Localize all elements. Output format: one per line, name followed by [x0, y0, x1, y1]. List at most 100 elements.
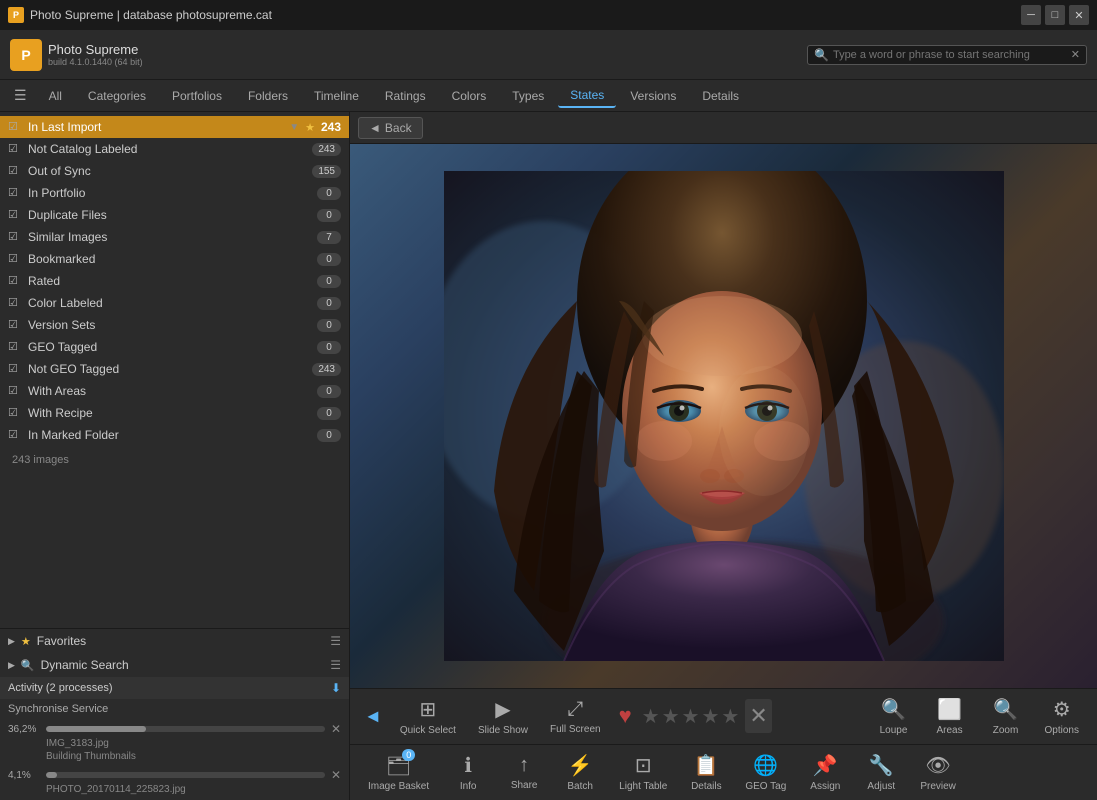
- details-button[interactable]: 📋 Details: [681, 749, 731, 796]
- sidebar-item-label: Rated: [28, 274, 311, 288]
- basket-count-badge: 0: [402, 749, 415, 761]
- zoom-button[interactable]: 🔍 Zoom: [981, 693, 1031, 740]
- sidebar-item-not-catalog-labeled[interactable]: ☑ Not Catalog Labeled 243: [0, 138, 349, 160]
- favorites-menu-icon[interactable]: ☰: [330, 634, 341, 648]
- progress-close-1[interactable]: ✕: [331, 722, 341, 736]
- sidebar-item-with-recipe[interactable]: ☑ With Recipe 0: [0, 402, 349, 424]
- progress-label-1: Building Thumbnails: [8, 751, 341, 762]
- app-logo-icon: P: [10, 39, 42, 71]
- sidebar-item-not-geo-tagged[interactable]: ☑ Not GEO Tagged 243: [0, 358, 349, 380]
- sidebar-item-count: 0: [317, 275, 341, 288]
- progress-close-2[interactable]: ✕: [331, 768, 341, 782]
- sidebar-item-geo-tagged[interactable]: ☑ GEO Tagged 0: [0, 336, 349, 358]
- star-4[interactable]: ★: [701, 704, 719, 729]
- image-basket-button[interactable]: 🗂 0 Image Basket: [360, 749, 437, 796]
- sidebar-list: ☑ In Last Import ▼ ★ 243 ☑ Not Catalog L…: [0, 112, 349, 628]
- tab-ratings[interactable]: Ratings: [373, 85, 438, 107]
- tab-states[interactable]: States: [558, 84, 616, 108]
- sidebar-item-in-marked-folder[interactable]: ☑ In Marked Folder 0: [0, 424, 349, 446]
- app-name: Photo Supreme: [48, 42, 143, 57]
- sidebar-item-count: 0: [317, 341, 341, 354]
- sidebar-item-out-of-sync[interactable]: ☑ Out of Sync 155: [0, 160, 349, 182]
- tab-all[interactable]: All: [37, 85, 74, 107]
- sidebar-item-color-labeled[interactable]: ☑ Color Labeled 0: [0, 292, 349, 314]
- sidebar-item-count: 155: [312, 165, 341, 178]
- sidebar-item-in-portfolio[interactable]: ☑ In Portfolio 0: [0, 182, 349, 204]
- adjust-label: Adjust: [867, 781, 895, 792]
- filter-icon: ▼: [289, 122, 299, 133]
- light-table-button[interactable]: ⊡ Light Table: [611, 749, 675, 796]
- favorites-label: Favorites: [37, 634, 324, 648]
- quick-select-button[interactable]: ⊞ Quick Select: [392, 693, 464, 740]
- reject-button[interactable]: ✕: [745, 699, 771, 733]
- share-icon: ↑: [519, 754, 529, 777]
- minimize-button[interactable]: ─: [1021, 5, 1041, 25]
- dynamic-search-menu-icon[interactable]: ☰: [330, 658, 341, 672]
- star-icon: ★: [305, 121, 315, 134]
- sidebar-item-duplicate-files[interactable]: ☑ Duplicate Files 0: [0, 204, 349, 226]
- batch-button[interactable]: ⚡ Batch: [555, 749, 605, 796]
- favorites-section[interactable]: ▶ ★ Favorites ☰: [0, 629, 349, 653]
- share-button[interactable]: ↑ Share: [499, 750, 549, 795]
- areas-button[interactable]: ⬜ Areas: [925, 693, 975, 740]
- sidebar-item-count: 243: [312, 363, 341, 376]
- adjust-button[interactable]: 🔧 Adjust: [856, 749, 906, 796]
- tab-categories[interactable]: Categories: [76, 85, 158, 107]
- progress-bar-fill-1: [46, 726, 146, 732]
- nav-prev-arrow[interactable]: ◄: [360, 702, 386, 731]
- search-clear-icon[interactable]: ✕: [1071, 48, 1080, 61]
- sidebar-item-rated[interactable]: ☑ Rated 0: [0, 270, 349, 292]
- toolbar-top-row: ◄ ⊞ Quick Select ▶ Slide Show ⤢ Full Scr…: [350, 689, 1097, 745]
- preview-button[interactable]: 👁 Preview: [912, 749, 964, 796]
- full-screen-button[interactable]: ⤢ Full Screen: [542, 694, 609, 739]
- sidebar-item-bookmarked[interactable]: ☑ Bookmarked 0: [0, 248, 349, 270]
- main-layout: ☑ In Last Import ▼ ★ 243 ☑ Not Catalog L…: [0, 112, 1097, 800]
- star-5[interactable]: ★: [721, 704, 739, 729]
- progress-bar-bg-1: [46, 726, 325, 732]
- info-label: Info: [460, 781, 477, 792]
- slide-show-label: Slide Show: [478, 725, 528, 736]
- loupe-button[interactable]: 🔍 Loupe: [869, 693, 919, 740]
- download-icon[interactable]: ⬇: [331, 681, 341, 695]
- check-icon: ☑: [8, 142, 22, 156]
- titlebar-controls: ─ □ ✕: [1021, 5, 1089, 25]
- star-2[interactable]: ★: [662, 704, 680, 729]
- star-1[interactable]: ★: [642, 704, 660, 729]
- tab-timeline[interactable]: Timeline: [302, 85, 371, 107]
- geo-tag-button[interactable]: 🌐 GEO Tag: [737, 749, 794, 796]
- tab-types[interactable]: Types: [500, 85, 556, 107]
- rating-stars: ★ ★ ★ ★ ★: [642, 704, 740, 729]
- close-button[interactable]: ✕: [1069, 5, 1089, 25]
- heart-button[interactable]: ♥: [615, 699, 636, 733]
- slide-show-button[interactable]: ▶ Slide Show: [470, 693, 536, 740]
- quick-select-icon: ⊞: [420, 697, 437, 722]
- tab-colors[interactable]: Colors: [440, 85, 499, 107]
- tab-folders[interactable]: Folders: [236, 85, 300, 107]
- sidebar-item-count: 0: [317, 297, 341, 310]
- app-logo: P Photo Supreme build 4.1.0.1440 (64 bit…: [10, 39, 143, 71]
- search-bar[interactable]: 🔍 ✕: [807, 45, 1087, 65]
- info-button[interactable]: ℹ Info: [443, 749, 493, 796]
- app-build: build 4.1.0.1440 (64 bit): [48, 57, 143, 67]
- options-button[interactable]: ⚙ Options: [1037, 693, 1087, 740]
- sidebar-item-label: Not GEO Tagged: [28, 362, 306, 376]
- sidebar-item-count: 0: [317, 253, 341, 266]
- nav-hamburger-icon[interactable]: ☰: [6, 83, 35, 108]
- search-input[interactable]: [833, 49, 1071, 61]
- full-screen-icon: ⤢: [567, 698, 583, 721]
- tab-versions[interactable]: Versions: [618, 85, 688, 107]
- sidebar-item-in-last-import[interactable]: ☑ In Last Import ▼ ★ 243: [0, 116, 349, 138]
- back-button[interactable]: ◄ Back: [358, 117, 423, 139]
- sidebar-item-version-sets[interactable]: ☑ Version Sets 0: [0, 314, 349, 336]
- sidebar-item-with-areas[interactable]: ☑ With Areas 0: [0, 380, 349, 402]
- star-3[interactable]: ★: [682, 704, 700, 729]
- tab-portfolios[interactable]: Portfolios: [160, 85, 234, 107]
- tab-details[interactable]: Details: [690, 85, 751, 107]
- assign-button[interactable]: 📌 Assign: [800, 749, 850, 796]
- bottom-toolbar: ◄ ⊞ Quick Select ▶ Slide Show ⤢ Full Scr…: [350, 688, 1097, 800]
- back-label: Back: [385, 121, 412, 135]
- image-basket-label: Image Basket: [368, 781, 429, 792]
- dynamic-search-section[interactable]: ▶ 🔍 Dynamic Search ☰: [0, 653, 349, 677]
- maximize-button[interactable]: □: [1045, 5, 1065, 25]
- sidebar-item-similar-images[interactable]: ☑ Similar Images 7: [0, 226, 349, 248]
